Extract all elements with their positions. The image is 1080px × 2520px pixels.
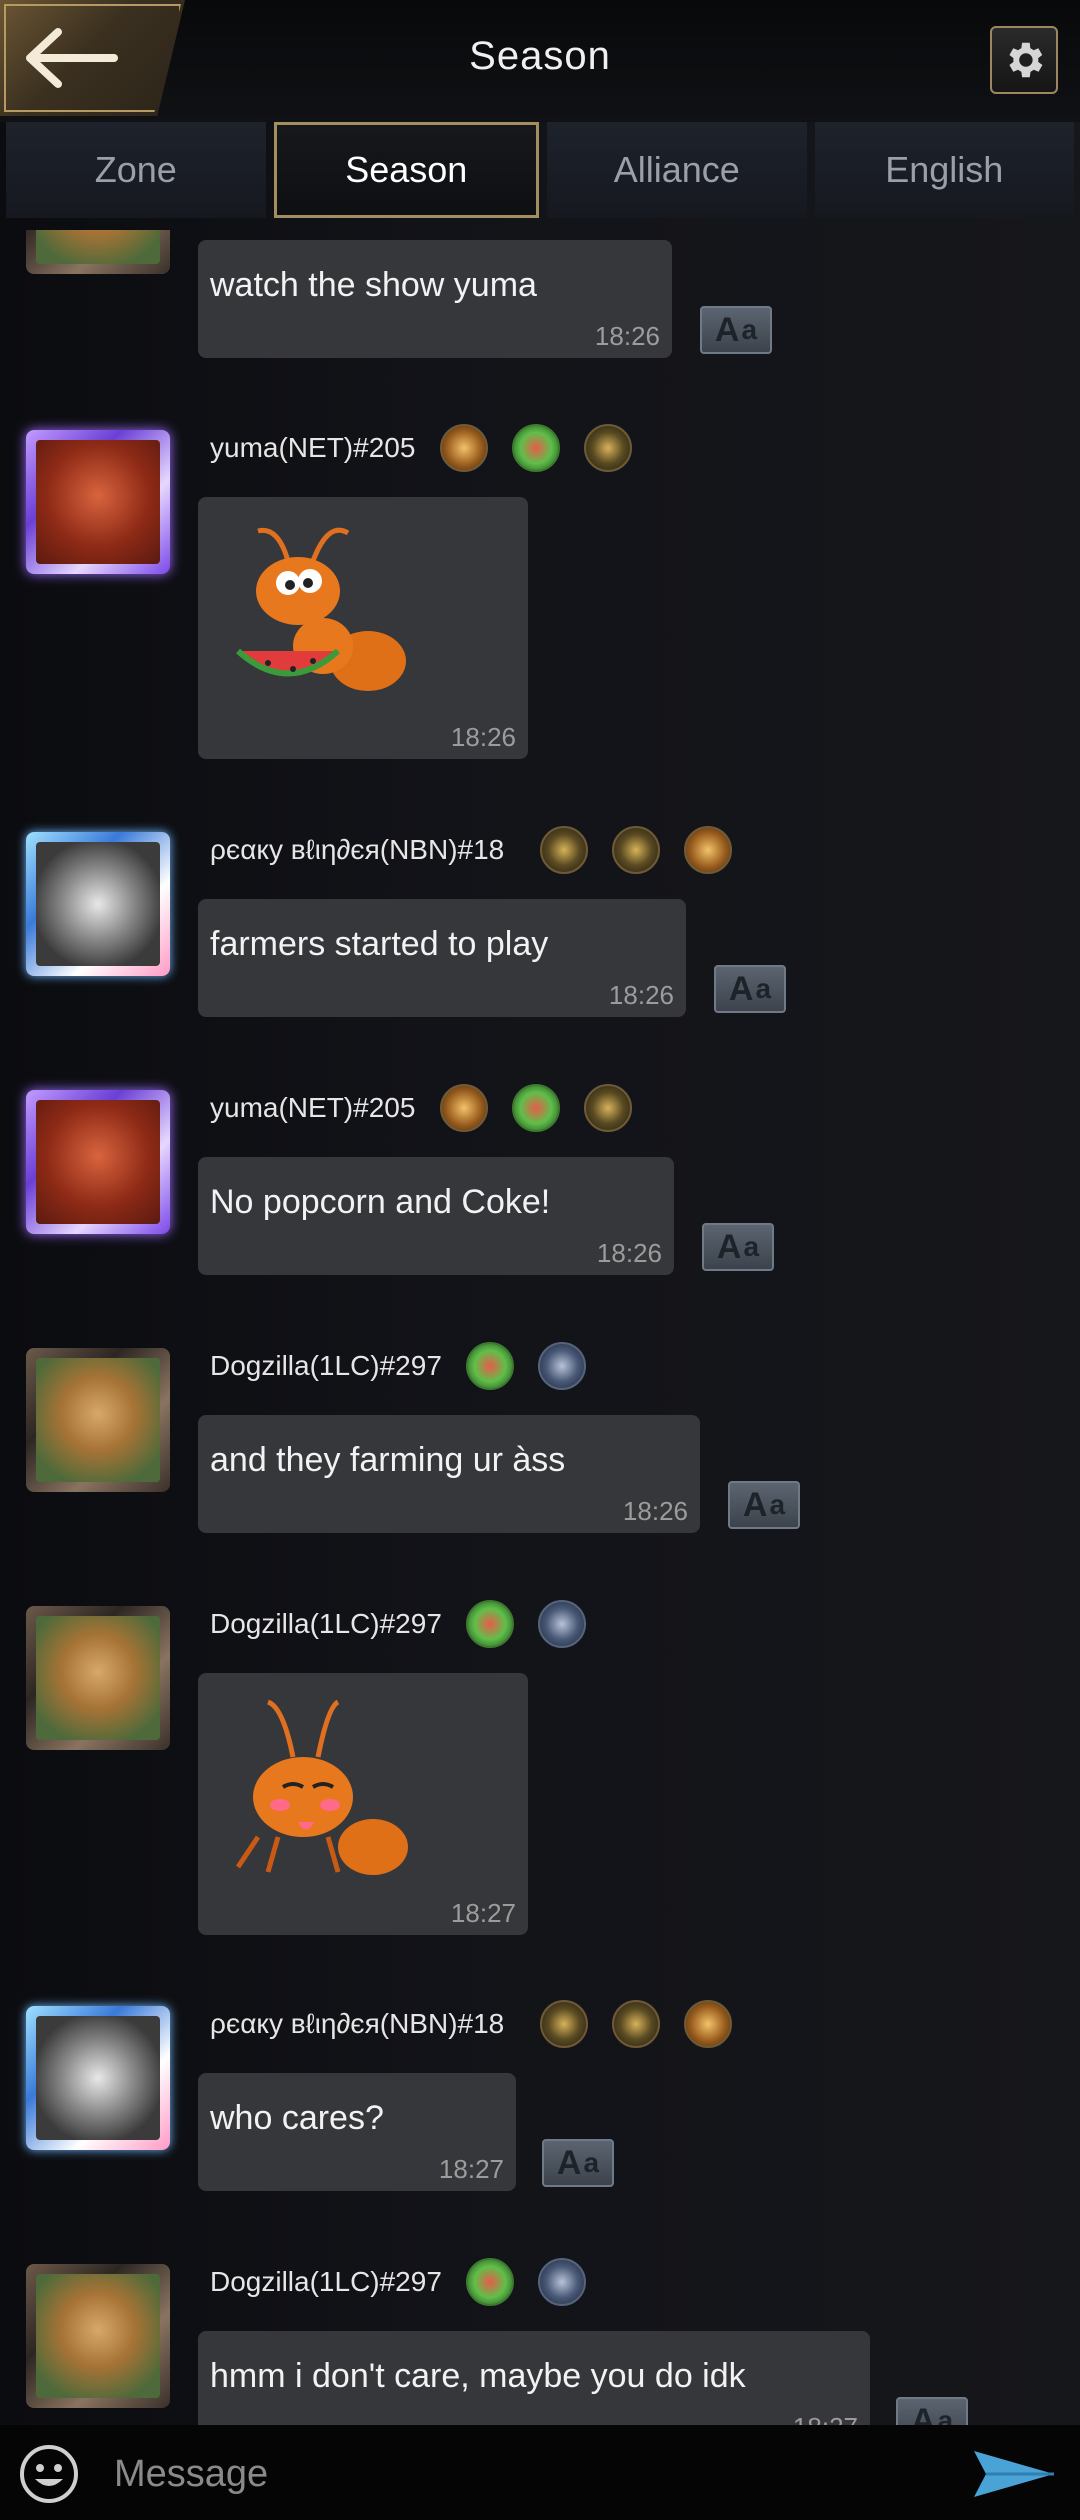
sticker-bubble[interactable]: 18:26 bbox=[198, 497, 528, 759]
badges bbox=[466, 2258, 586, 2306]
message-input[interactable] bbox=[112, 2445, 936, 2503]
sticker-bubble[interactable]: 18:27 bbox=[198, 1673, 528, 1935]
badge-icon bbox=[440, 1084, 488, 1132]
message-time: 18:27 bbox=[450, 1898, 516, 1928]
badges bbox=[540, 826, 732, 874]
message-text: farmers started to play bbox=[210, 925, 549, 963]
badge-icon bbox=[466, 2258, 514, 2306]
translate-icon: A bbox=[910, 2401, 936, 2426]
send-icon[interactable] bbox=[970, 2447, 1058, 2501]
translate-button[interactable]: Aa bbox=[700, 306, 772, 354]
badge-icon bbox=[538, 2258, 586, 2306]
translate-button[interactable]: Aa bbox=[714, 965, 786, 1013]
badge-icon bbox=[440, 424, 488, 472]
badge-icon bbox=[512, 1084, 560, 1132]
message-time: 18:26 bbox=[622, 1496, 688, 1526]
badge-icon bbox=[540, 2000, 588, 2048]
translate-icon: A bbox=[728, 969, 754, 1008]
username[interactable]: yuma(NET)#205 bbox=[210, 432, 415, 464]
badge-icon bbox=[538, 1342, 586, 1390]
translate-button[interactable]: Aa bbox=[542, 2139, 614, 2187]
translate-icon: A bbox=[716, 1227, 742, 1266]
avatar[interactable] bbox=[26, 430, 170, 574]
translate-icon: A bbox=[556, 2143, 582, 2182]
badges bbox=[440, 1084, 632, 1132]
username[interactable]: ρєαку вℓιη∂єя(NBN)#18 bbox=[210, 2008, 504, 2040]
translate-button[interactable]: Aa bbox=[728, 1481, 800, 1529]
badges bbox=[466, 1600, 586, 1648]
message-input-bar bbox=[0, 2425, 1080, 2520]
message-text: hmm i don't care, maybe you do idk bbox=[210, 2357, 746, 2395]
badge-icon bbox=[540, 826, 588, 874]
message-bubble[interactable]: No popcorn and Coke! 18:26 bbox=[198, 1157, 674, 1275]
message-bubble[interactable]: watch the show yuma 18:26 bbox=[198, 240, 672, 358]
settings-button[interactable] bbox=[990, 26, 1058, 94]
message-time: 18:26 bbox=[594, 321, 660, 351]
translate-icon: A bbox=[714, 310, 740, 349]
chat-list[interactable]: watch the show yuma 18:26 Aa yuma(NET)#2… bbox=[0, 230, 1080, 2425]
avatar[interactable] bbox=[26, 832, 170, 976]
badge-icon bbox=[512, 424, 560, 472]
message-text: who cares? bbox=[210, 2099, 384, 2137]
badges bbox=[466, 1342, 586, 1390]
badge-icon bbox=[612, 2000, 660, 2048]
badge-icon bbox=[684, 2000, 732, 2048]
top-bar: Season bbox=[0, 0, 1080, 122]
translate-button[interactable]: Aa bbox=[702, 1223, 774, 1271]
tab-season[interactable]: Season bbox=[273, 122, 539, 218]
avatar[interactable] bbox=[26, 1606, 170, 1750]
message-time: 18:26 bbox=[450, 722, 516, 752]
username[interactable]: yuma(NET)#205 bbox=[210, 1092, 415, 1124]
username[interactable]: ρєαку вℓιη∂єя(NBN)#18 bbox=[210, 834, 504, 866]
message-bubble[interactable]: who cares? 18:27 bbox=[198, 2073, 516, 2191]
badge-icon bbox=[538, 1600, 586, 1648]
page-title: Season bbox=[469, 34, 611, 78]
avatar[interactable] bbox=[26, 2264, 170, 2408]
message-text: No popcorn and Coke! bbox=[210, 1183, 551, 1221]
username[interactable]: Dogzilla(1LC)#297 bbox=[210, 1350, 442, 1382]
message-time: 18:26 bbox=[608, 980, 674, 1010]
avatar[interactable] bbox=[26, 1348, 170, 1492]
channel-tabs: Zone Season Alliance English bbox=[0, 122, 1080, 222]
badge-icon bbox=[612, 826, 660, 874]
message-text: and they farming ur àss bbox=[210, 1441, 566, 1479]
tab-zone[interactable]: Zone bbox=[6, 122, 266, 218]
username[interactable]: Dogzilla(1LC)#297 bbox=[210, 2266, 442, 2298]
badge-icon bbox=[466, 1342, 514, 1390]
avatar[interactable] bbox=[26, 230, 170, 274]
badge-icon bbox=[466, 1600, 514, 1648]
message-bubble[interactable]: hmm i don't care, maybe you do idk 18:27 bbox=[198, 2331, 870, 2425]
message-bubble[interactable]: and they farming ur àss 18:26 bbox=[198, 1415, 700, 1533]
gear-icon bbox=[1009, 42, 1043, 78]
message-time: 18:26 bbox=[596, 1238, 662, 1268]
ant-eating-watermelon-sticker bbox=[235, 527, 406, 691]
message-time: 18:27 bbox=[793, 2412, 858, 2425]
badges bbox=[540, 2000, 732, 2048]
message-time: 18:27 bbox=[438, 2154, 504, 2184]
badge-icon bbox=[684, 826, 732, 874]
username[interactable]: Dogzilla(1LC)#297 bbox=[210, 1608, 442, 1640]
avatar[interactable] bbox=[26, 1090, 170, 1234]
avatar[interactable] bbox=[26, 2006, 170, 2150]
smiley-icon[interactable] bbox=[18, 2443, 80, 2505]
badge-icon bbox=[584, 424, 632, 472]
message-bubble[interactable]: farmers started to play 18:26 bbox=[198, 899, 686, 1017]
blushing-ant-sticker bbox=[235, 1699, 408, 1875]
badge-icon bbox=[584, 1084, 632, 1132]
tab-english[interactable]: English bbox=[814, 122, 1074, 218]
translate-icon: A bbox=[742, 1485, 768, 1524]
message-text: watch the show yuma bbox=[210, 266, 537, 304]
translate-button[interactable]: Aa bbox=[896, 2397, 968, 2425]
tab-alliance[interactable]: Alliance bbox=[547, 122, 807, 218]
badges bbox=[440, 424, 632, 472]
